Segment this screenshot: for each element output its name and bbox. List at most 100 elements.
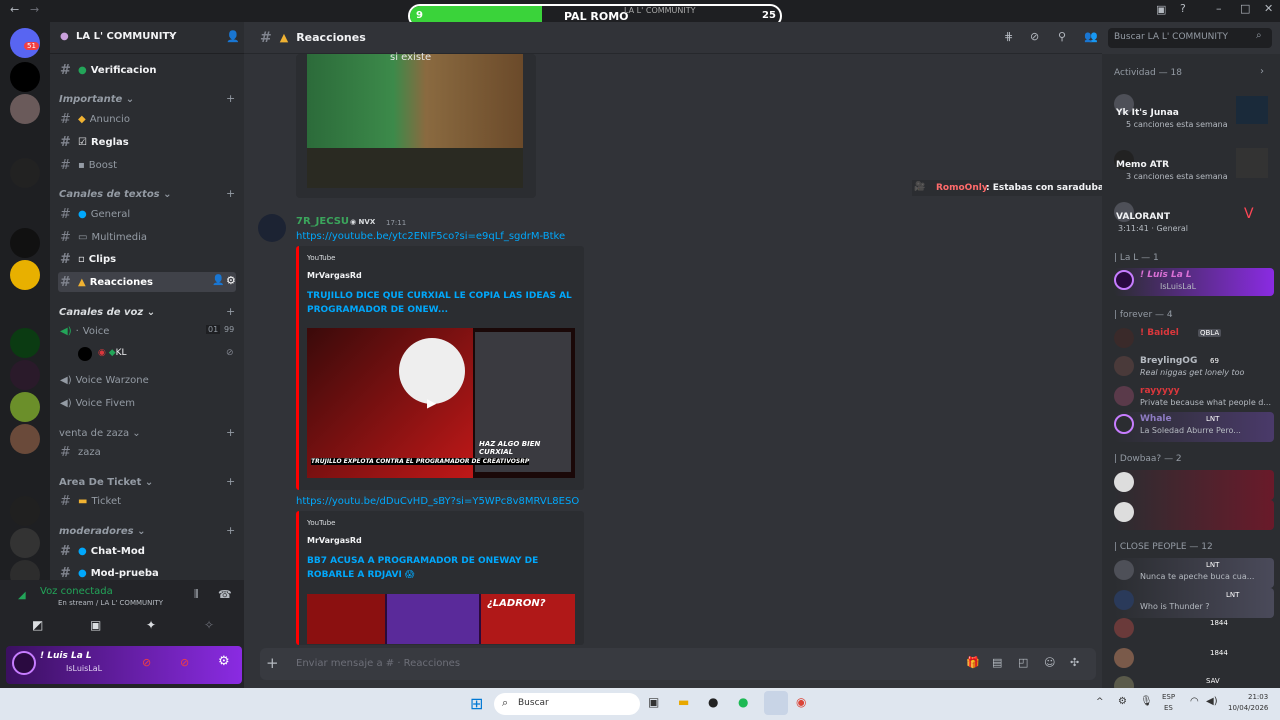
member-row[interactable] <box>1114 500 1274 530</box>
add-channel-icon[interactable]: + <box>226 92 235 105</box>
chrome-icon[interactable]: ◉ <box>796 695 806 709</box>
inbox-icon[interactable]: ▣ <box>1156 3 1166 16</box>
folder-icon[interactable] <box>10 462 40 492</box>
volume-icon[interactable]: ◀) <box>1206 696 1218 707</box>
tray-chevron-icon[interactable]: ^ <box>1096 697 1104 707</box>
message-link[interactable]: https://youtu.be/dDuCvHD_sBY?si=Y5WPc8v8… <box>296 496 579 507</box>
member-row[interactable]: LNT Nunca te apeche buca cua... <box>1114 558 1274 588</box>
server-icon[interactable] <box>10 260 40 290</box>
embed-title[interactable]: TRUJILLO DICE QUE CURXIAL LE COPIA LAS I… <box>307 289 577 317</box>
disconnect-icon[interactable]: ☎ <box>218 588 232 601</box>
channel-zaza[interactable]: # zaza <box>58 442 236 462</box>
invite-icon[interactable]: 👤 <box>212 275 224 286</box>
server-icon[interactable] <box>10 328 40 358</box>
tray-icon[interactable]: ⚙ <box>1118 696 1127 707</box>
server-icon[interactable] <box>10 62 40 92</box>
member-row[interactable]: BreylingOG 69 Real niggas get lonely too <box>1114 354 1274 384</box>
member-row[interactable]: ! Baidel QBLA <box>1114 326 1274 356</box>
channel-boost[interactable]: # ▪ Boost <box>58 155 236 175</box>
add-channel-icon[interactable]: + <box>226 187 235 200</box>
category-venta[interactable]: venta de zaza ⌄ <box>59 428 141 439</box>
apps-icon[interactable]: ✣ <box>1070 656 1079 669</box>
headset-muted-icon[interactable]: ⊘ <box>180 656 189 669</box>
channel-voice[interactable]: ◀) · Voice 01 99 <box>58 321 236 341</box>
category-moderadores[interactable]: moderadores ⌄ <box>59 526 145 537</box>
threads-icon[interactable]: ⋕ <box>1004 30 1013 43</box>
server-icon[interactable] <box>10 360 40 390</box>
maximize-icon[interactable]: □ <box>1240 2 1250 15</box>
embed-author[interactable]: MrVargasRd <box>307 536 362 545</box>
add-channel-icon[interactable]: + <box>226 524 235 537</box>
member-row[interactable]: 1844 <box>1114 646 1274 676</box>
category-importante[interactable]: Importante ⌄ <box>59 94 134 105</box>
embed-title[interactable]: BB7 ACUSA A PROGRAMADOR DE ONEWAY DE ROB… <box>307 554 577 582</box>
search-input[interactable]: Buscar LA L' COMMUNITY ⌕ <box>1108 28 1272 48</box>
bell-muted-icon[interactable]: ⊘ <box>1030 30 1039 43</box>
sticker-icon[interactable]: ◰ <box>1018 656 1028 669</box>
channel-anuncio[interactable]: # ◆ Anuncio <box>58 109 236 129</box>
server-icon[interactable] <box>10 496 40 526</box>
help-icon[interactable]: ? <box>1180 2 1186 15</box>
channel-voice-warzone[interactable]: ◀) Voice Warzone <box>58 370 236 390</box>
language-label[interactable]: ESP <box>1162 693 1175 701</box>
noise-icon[interactable]: ⫼ <box>194 589 199 600</box>
channel-chat-mod[interactable]: # ● Chat-Mod <box>58 541 236 561</box>
gear-icon[interactable]: ⚙ <box>226 274 236 287</box>
task-view-icon[interactable]: ▣ <box>648 695 659 709</box>
taskbar-search[interactable]: ⌕ Buscar <box>494 693 640 715</box>
server-icon[interactable] <box>10 228 40 258</box>
channel-verificacion[interactable]: # ● Verificacion <box>58 60 236 80</box>
folder-icon[interactable]: ▬ <box>678 695 689 709</box>
video-thumbnail[interactable]: ▶ HAZ ALGO BIEN CURXIAL TRUJILLO EXPLOTA… <box>307 328 575 478</box>
wifi-icon[interactable]: ◠ <box>1190 696 1199 707</box>
folder-icon[interactable] <box>10 126 40 156</box>
message-author[interactable]: 7R_JECSU <box>296 216 349 227</box>
forward-arrow-icon[interactable]: → <box>30 3 39 16</box>
category-textos[interactable]: Canales de textos ⌄ <box>59 189 172 200</box>
avatar[interactable] <box>12 651 36 675</box>
soundboard-icon[interactable]: ✧ <box>204 618 214 632</box>
channel-multimedia[interactable]: # ▭ Multimedia <box>58 227 236 247</box>
server-header[interactable]: ● LA L' COMMUNITY ⌄ 👤 <box>50 22 244 54</box>
camera-off-icon[interactable]: ◩ <box>32 618 43 632</box>
add-channel-icon[interactable]: + <box>226 305 235 318</box>
channel-reacciones[interactable]: # ▲ Reacciones 👤 ⚙ <box>58 272 236 292</box>
members-icon[interactable]: 👥 <box>1084 30 1098 43</box>
message-input[interactable]: + Enviar mensaje a # · Reacciones 🎁 ▤ ◰ … <box>260 648 1096 680</box>
channel-reglas[interactable]: # ☑ Reglas <box>58 132 236 152</box>
channel-voice-fivem[interactable]: ◀) Voice Fivem <box>58 393 236 413</box>
add-attachment-icon[interactable]: + <box>266 654 279 672</box>
folder-icon[interactable] <box>10 296 40 326</box>
member-row[interactable]: 1844 <box>1114 616 1274 646</box>
folder-icon[interactable] <box>10 194 40 224</box>
member-row[interactable]: SAV <box>1114 674 1274 688</box>
windows-start-icon[interactable]: ⊞ <box>470 694 483 713</box>
play-icon[interactable]: ▶ <box>427 396 436 410</box>
add-user-icon[interactable]: 👤 <box>226 30 240 43</box>
image-attachment[interactable]: si existe <box>296 52 536 198</box>
server-icon[interactable] <box>10 528 40 558</box>
video-thumbnail[interactable]: ¿LADRON? <box>307 594 575 644</box>
clock-time[interactable]: 21:03 <box>1248 693 1268 701</box>
server-icon[interactable] <box>10 94 40 124</box>
category-ticket[interactable]: Area De Ticket ⌄ <box>59 477 153 488</box>
gear-icon[interactable]: ⚙ <box>218 654 230 669</box>
member-row[interactable]: Whale LNT La Soledad Aburre Pero... <box>1114 412 1274 442</box>
activity-icon[interactable]: ✦ <box>146 618 156 632</box>
channel-ticket[interactable]: # ▬ Ticket <box>58 491 236 511</box>
mic-icon[interactable]: 🎙 <box>1140 696 1153 707</box>
add-channel-icon[interactable]: + <box>226 475 235 488</box>
member-row[interactable]: ! Luis La L IsLuisLaL <box>1114 268 1274 296</box>
embed-author[interactable]: MrVargasRd <box>307 271 362 280</box>
close-icon[interactable]: ✕ <box>1264 2 1273 15</box>
member-row[interactable]: Yk It's Junaa 5 canciones esta semana <box>1114 92 1274 129</box>
back-arrow-icon[interactable]: ← <box>10 3 19 16</box>
gift-icon[interactable]: 🎁 <box>966 656 980 669</box>
app-icon[interactable]: ● <box>708 695 718 709</box>
pin-icon[interactable]: ⚲ <box>1058 30 1066 43</box>
channel-clips[interactable]: # ▫ Clips <box>58 249 236 269</box>
minimize-icon[interactable]: – <box>1216 2 1222 15</box>
emoji-icon[interactable]: ☺ <box>1044 656 1055 669</box>
server-icon[interactable] <box>10 424 40 454</box>
avatar[interactable] <box>258 214 286 242</box>
